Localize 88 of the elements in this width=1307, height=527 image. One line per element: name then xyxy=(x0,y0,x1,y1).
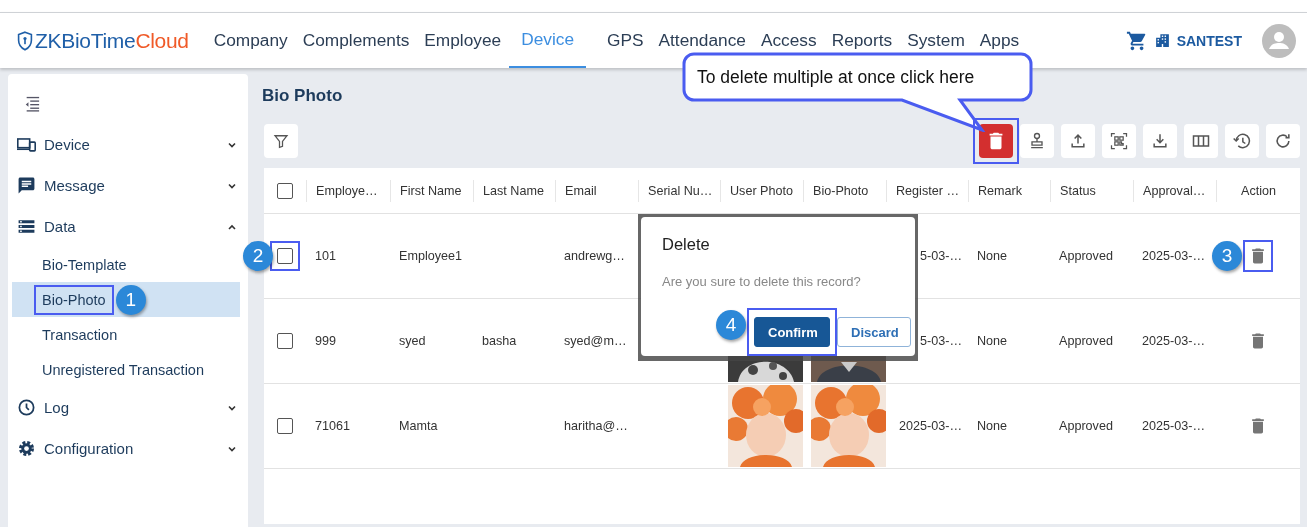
nav-tab[interactable]: GPS xyxy=(600,30,651,51)
table-cell: haritha@… xyxy=(564,419,628,433)
checkbox[interactable] xyxy=(277,248,293,264)
column-header[interactable]: Employe… xyxy=(306,179,390,202)
nav-tab[interactable]: Company xyxy=(206,30,295,51)
column-header[interactable]: User Photo xyxy=(720,179,803,202)
column-header[interactable]: First Name xyxy=(390,179,473,202)
logo-text: ZKBioTimeCloud xyxy=(35,28,189,53)
column-header[interactable]: Register … xyxy=(886,179,968,202)
table-cell: syed@m… xyxy=(564,334,627,348)
table-cell: None xyxy=(977,334,1008,348)
table-cell: 71061 xyxy=(315,419,351,433)
nav-tab[interactable]: Access xyxy=(753,30,824,51)
sidebar-group[interactable]: Message xyxy=(44,177,226,194)
clock-icon xyxy=(17,398,36,417)
delete-button[interactable] xyxy=(979,124,1013,158)
nav-tab[interactable]: Attendance xyxy=(651,30,753,51)
avatar-icon xyxy=(1262,23,1296,58)
message-icon xyxy=(17,176,36,195)
cart-icon xyxy=(1125,29,1148,52)
nav-tab[interactable]: System xyxy=(900,30,972,51)
nav-tab[interactable]: Complements xyxy=(295,30,417,51)
table-cell: Approved xyxy=(1059,334,1113,348)
dialog-title: Delete xyxy=(662,235,711,254)
nav-tab[interactable]: Reports xyxy=(824,30,900,51)
sidebar-item[interactable]: Transaction xyxy=(12,317,240,352)
nav-tab[interactable]: Apps xyxy=(972,30,1027,51)
table-cell: Approved xyxy=(1059,249,1113,263)
table-cell: 2025-03-… xyxy=(1142,249,1205,263)
highlight-frame xyxy=(1243,240,1273,272)
refresh-icon xyxy=(1273,131,1293,151)
table-cell: 2025-03-… xyxy=(1142,419,1205,433)
table-cell: Approved xyxy=(1059,419,1113,433)
column-header[interactable]: Bio-Photo xyxy=(803,179,886,202)
scan-icon xyxy=(1109,131,1129,151)
filter-button[interactable] xyxy=(264,124,298,158)
column-header[interactable]: Email xyxy=(555,179,638,202)
table-cell: Mamta xyxy=(399,419,438,433)
table-cell: syed xyxy=(399,334,426,348)
discard-button[interactable]: Discard xyxy=(837,317,911,347)
column-header[interactable]: Approval… xyxy=(1133,179,1216,202)
table-cell: None xyxy=(977,249,1008,263)
table-cell: 5-03-… xyxy=(920,249,962,263)
sidebar-group[interactable]: Log xyxy=(44,399,226,416)
table-cell: 5-03-… xyxy=(920,334,962,348)
download-icon xyxy=(1150,131,1170,151)
devices-icon xyxy=(17,135,36,154)
callout-text: To delete multiple at once click here xyxy=(697,67,975,88)
building-icon xyxy=(1153,32,1171,49)
confirm-button[interactable]: Confirm xyxy=(754,317,830,347)
download-button[interactable] xyxy=(1143,124,1177,158)
account-name[interactable]: SANTEST xyxy=(1176,32,1242,49)
storage-icon xyxy=(17,217,36,236)
nav-tab[interactable]: Employee xyxy=(417,30,509,51)
upload-button[interactable] xyxy=(1061,124,1095,158)
table-cell: andrewg… xyxy=(564,249,625,263)
table-cell: Employee1 xyxy=(399,249,462,263)
dialog-message: Are you sure to delete this record? xyxy=(662,274,862,289)
table-cell: 999 xyxy=(315,334,336,348)
column-header[interactable]: Remark xyxy=(968,179,1050,202)
column-header[interactable]: Last Name xyxy=(473,179,555,202)
history-button[interactable] xyxy=(1225,124,1259,158)
table-cell: 2025-03-… xyxy=(1142,334,1205,348)
checkbox[interactable] xyxy=(277,333,293,349)
columns-button[interactable] xyxy=(1184,124,1218,158)
checkbox[interactable] xyxy=(277,418,293,434)
sidebar-item[interactable]: Bio-Template xyxy=(12,247,240,282)
sidebar-group[interactable]: Device xyxy=(44,136,226,153)
collapse-menu-icon xyxy=(23,96,41,112)
filter-icon xyxy=(272,132,290,150)
table-cell: 2025-03-… xyxy=(899,419,962,433)
checkbox[interactable] xyxy=(277,182,293,199)
column-header[interactable]: Serial Nu… xyxy=(638,179,720,202)
stamp-button[interactable] xyxy=(1020,124,1054,158)
settings-icon xyxy=(17,439,36,458)
column-header[interactable]: Action xyxy=(1216,179,1300,202)
sidebar-item[interactable]: Unregistered Transaction xyxy=(12,352,240,387)
sidebar-group[interactable]: Data xyxy=(44,218,226,235)
page-title: Bio Photo xyxy=(262,85,344,107)
table-cell: 101 xyxy=(315,249,336,263)
column-header[interactable]: Status xyxy=(1050,179,1133,202)
sidebar-group[interactable]: Configuration xyxy=(44,440,226,457)
table-cell: None xyxy=(977,419,1008,433)
table-cell: basha xyxy=(482,334,517,348)
refresh-button[interactable] xyxy=(1266,124,1300,158)
history-icon xyxy=(1232,131,1252,151)
scan-button[interactable] xyxy=(1102,124,1136,158)
shield-icon xyxy=(17,30,33,51)
